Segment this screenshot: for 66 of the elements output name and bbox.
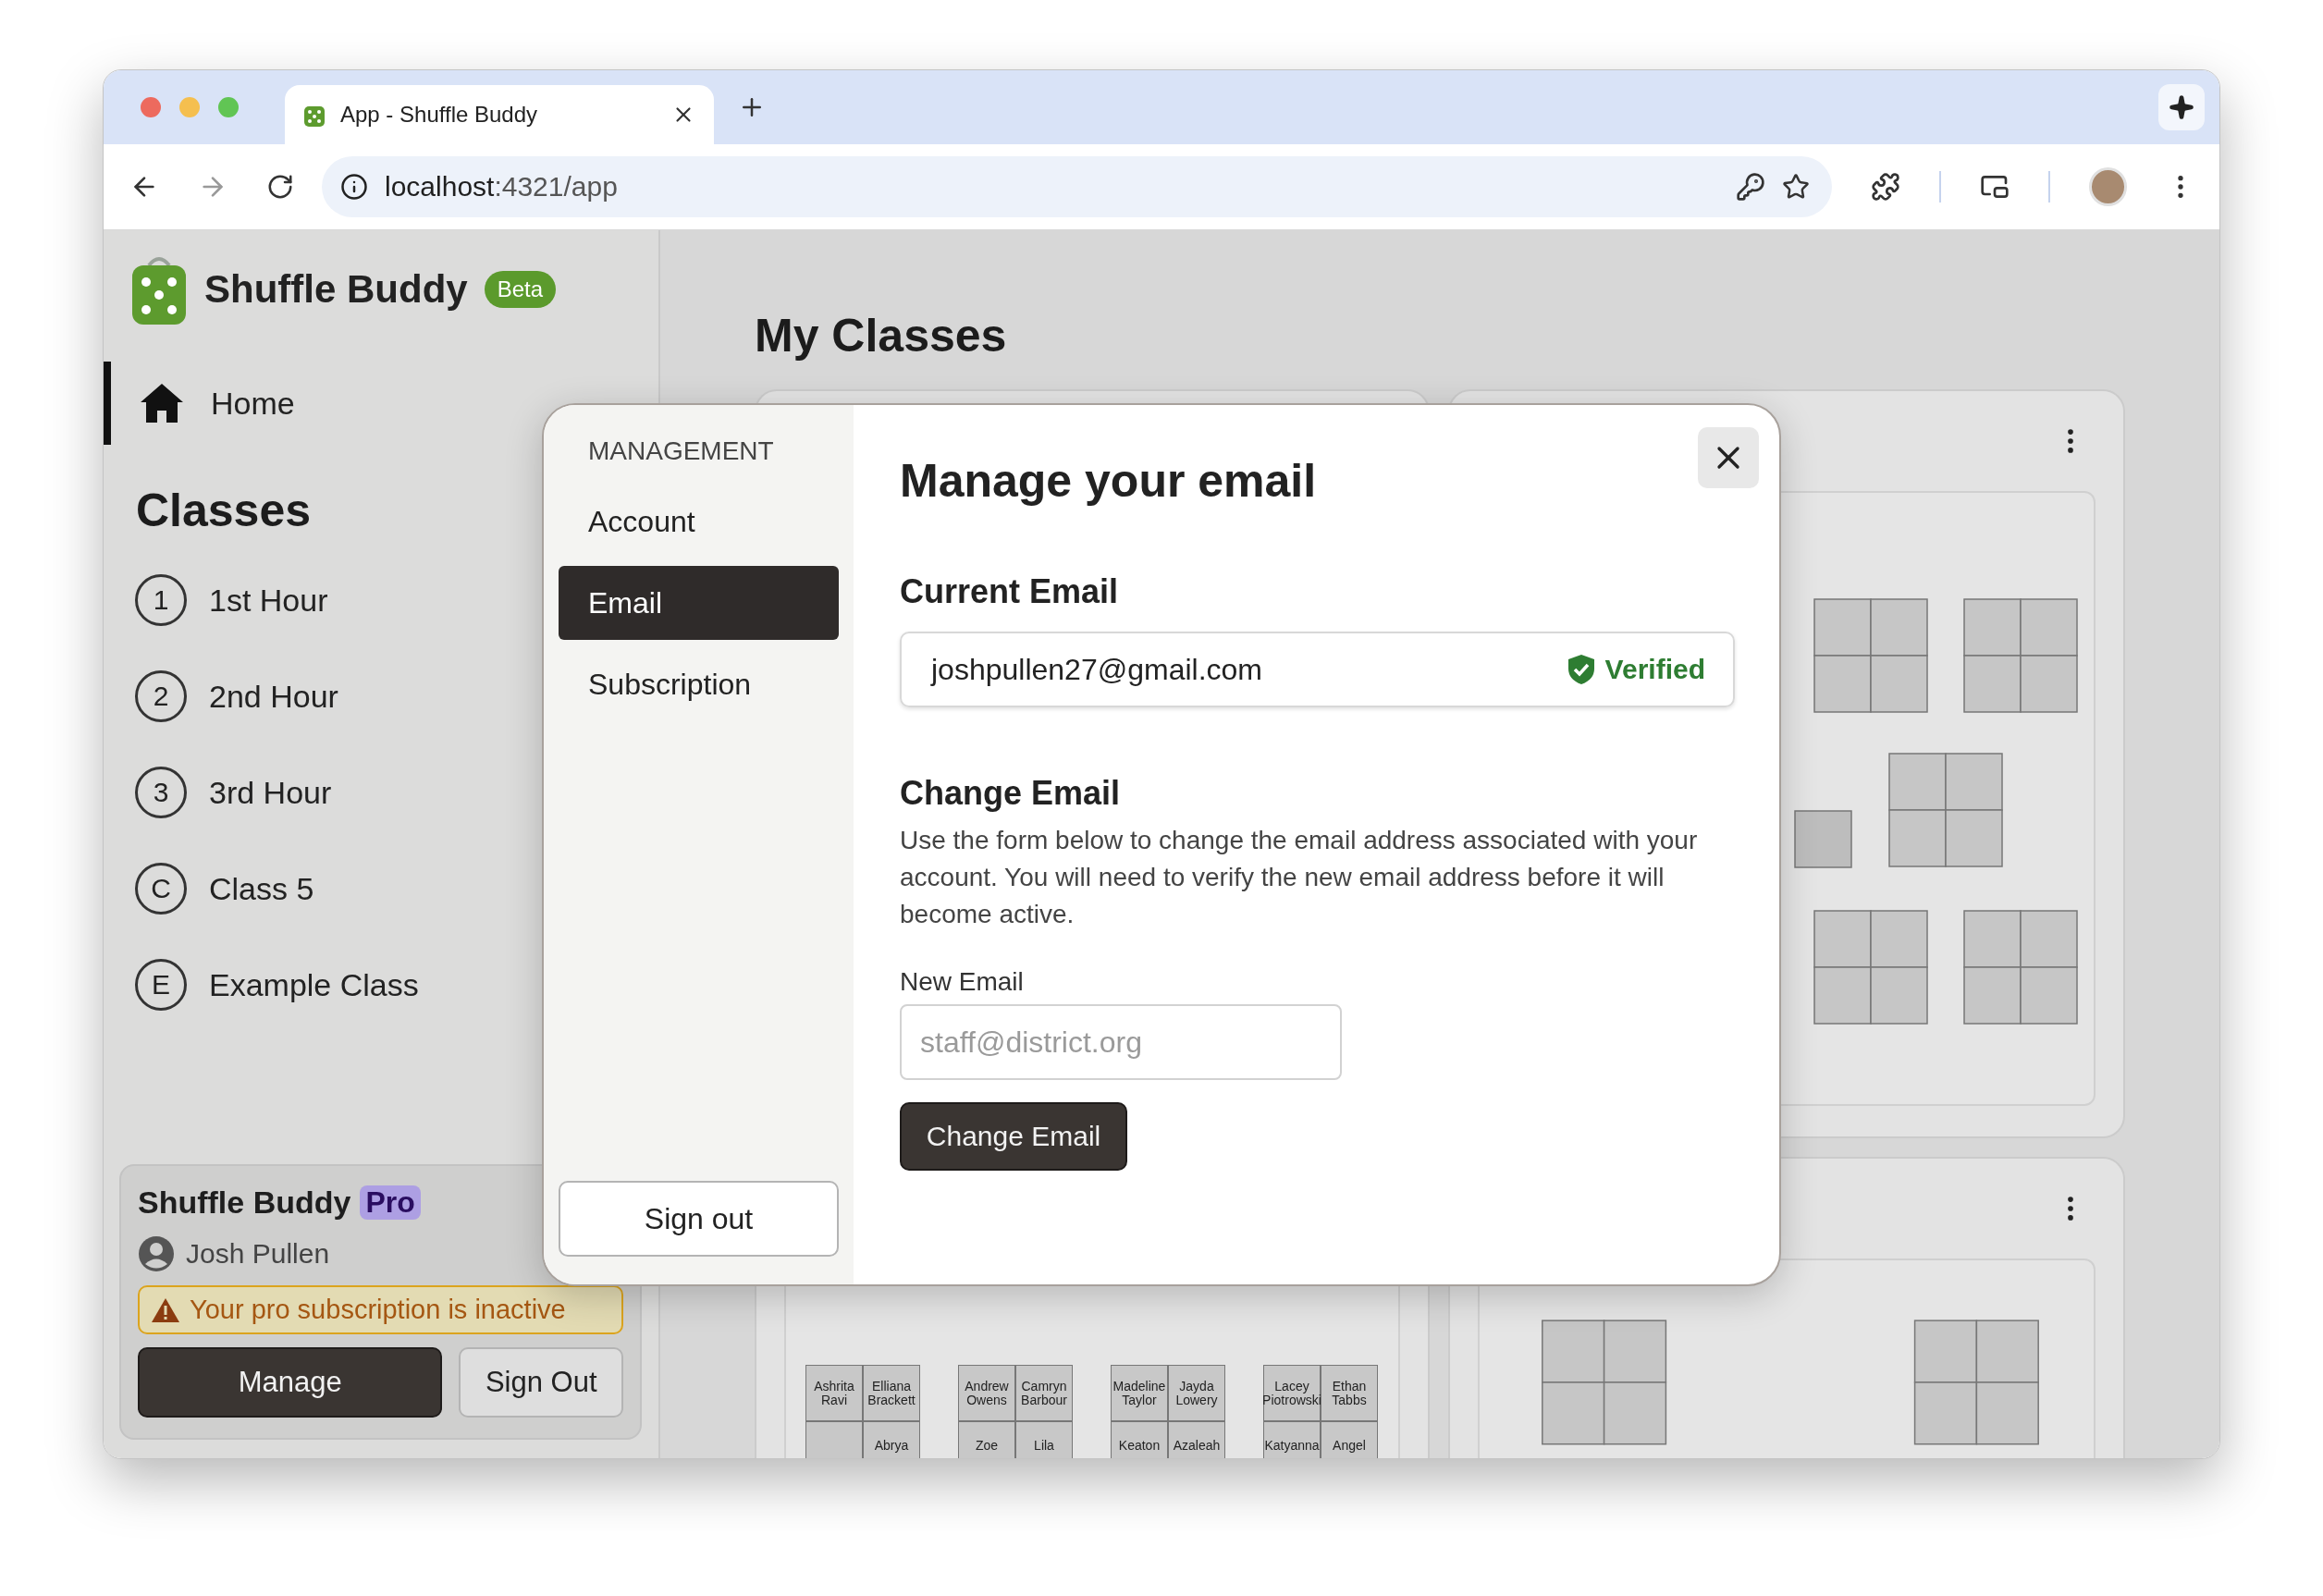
change-email-button[interactable]: Change Email [900, 1102, 1127, 1171]
key-icon[interactable] [1735, 172, 1765, 202]
student-seat[interactable]: Ethan Tabbs [1321, 1365, 1378, 1421]
class-marker: 2 [135, 670, 187, 722]
student-seat[interactable]: Andrew Owens [958, 1365, 1015, 1421]
puzzle-icon[interactable] [1870, 172, 1900, 202]
description-text: Use the form below to change the email address associated with your account. You will need to verify the new email address before it will become active. [900, 825, 1699, 930]
section-heading: Change Email [900, 773, 1122, 814]
new-email-input[interactable]: staff@district.org [900, 1004, 1342, 1080]
class-link[interactable]: Example Class [209, 966, 419, 1003]
field-label: New Email [900, 966, 1025, 998]
email-value: joshpullen27@gmail.com [931, 652, 1263, 687]
star-icon[interactable] [1781, 173, 1810, 201]
user-name: Josh Pullen [186, 1238, 330, 1270]
student-seat[interactable]: Keaton [1111, 1421, 1168, 1458]
section-heading: Classes [136, 484, 312, 537]
student-seat[interactable]: Elliana Brackett [863, 1365, 920, 1421]
student-seat[interactable]: Camryn Barbour [1015, 1365, 1073, 1421]
student-seat[interactable]: Zoe [958, 1421, 1015, 1458]
section-heading: Current Email [900, 571, 1120, 612]
address-bar[interactable]: localhost:4321/app [322, 156, 1832, 217]
beta-badge: Beta [484, 271, 557, 308]
dialog-nav-item[interactable]: Account [559, 485, 839, 559]
single-seat [1794, 810, 1852, 868]
close-button[interactable] [1698, 427, 1759, 488]
browser-tab[interactable]: App - Shuffle Buddy [285, 85, 714, 144]
student-seat[interactable]: Lacey Piotrowski [1263, 1365, 1321, 1421]
verified-label: Verified [1604, 654, 1705, 685]
home-icon [139, 382, 185, 424]
tab-title: App - Shuffle Buddy [340, 102, 539, 128]
student-seat[interactable]: Lila [1015, 1421, 1073, 1458]
dialog-nav-item[interactable]: Email [559, 566, 839, 640]
app-name: Shuffle Buddy [204, 267, 468, 312]
student-seat[interactable]: Jayda Lowery [1168, 1365, 1225, 1421]
page-title: My Classes [755, 309, 1008, 363]
class-marker: 3 [135, 767, 187, 818]
student-seat[interactable]: Angel [1321, 1421, 1378, 1458]
student-seat[interactable]: Ashrita Ravi [805, 1365, 863, 1421]
profile-avatar[interactable] [2088, 167, 2127, 206]
dialog-title: Manage your email [900, 454, 1318, 509]
shield-check-icon [1566, 654, 1596, 685]
class-link[interactable]: 2nd Hour [209, 678, 338, 715]
class-marker: C [135, 863, 187, 915]
url-text: localhost:4321/app [385, 171, 619, 203]
pro-title: Shuffle Buddy [138, 1185, 351, 1221]
class-link[interactable]: 1st Hour [209, 582, 328, 619]
student-seat[interactable]: Madeline Taylor [1111, 1365, 1168, 1421]
sign-out-button[interactable]: Sign Out [459, 1347, 623, 1418]
sparkle-icon[interactable] [2158, 84, 2205, 130]
dialog-nav-item[interactable]: Subscription [559, 647, 839, 721]
user-icon [138, 1235, 175, 1272]
class-link[interactable]: Class 5 [209, 870, 314, 907]
class-marker: E [135, 959, 187, 1011]
info-icon [340, 173, 368, 201]
student-seat[interactable]: Azaleah [1168, 1421, 1225, 1458]
pro-badge: Pro [360, 1185, 421, 1220]
class-marker: 1 [135, 574, 187, 626]
warning-icon [151, 1296, 180, 1323]
manage-button[interactable]: Manage [138, 1347, 443, 1418]
sign-out-button[interactable]: Sign out [559, 1181, 839, 1257]
student-seat[interactable]: Katyanna [1263, 1421, 1321, 1458]
nav-label: Home [211, 385, 295, 422]
class-link[interactable]: 3rd Hour [209, 774, 332, 811]
warning-text: Your pro subscription is inactive [190, 1295, 566, 1325]
student-seat[interactable]: Abrya [863, 1421, 920, 1458]
reload-icon[interactable] [266, 173, 294, 201]
